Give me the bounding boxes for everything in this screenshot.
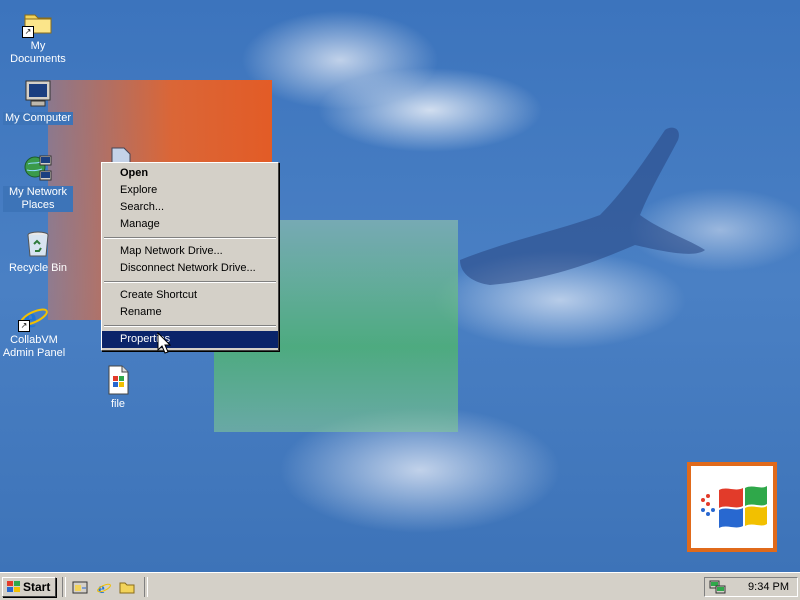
context-menu: Open Explore Search... Manage Map Networ… [101, 162, 279, 351]
desktop[interactable]: ↗ My Documents My Computer My Network Pl… [0, 0, 800, 572]
computer-icon [22, 78, 54, 110]
menu-separator [104, 325, 276, 327]
my-computer-icon-item[interactable]: My Computer [0, 78, 76, 125]
desktop-icon-label: My Documents [10, 40, 66, 65]
network-globe-icon [22, 152, 54, 184]
internet-explorer-icon: e ↗ [18, 300, 50, 334]
my-network-places-icon-item[interactable]: My Network Places [0, 152, 76, 212]
taskbar: Start e 9:34 PM [0, 572, 800, 600]
toolbar-grip[interactable] [144, 577, 148, 597]
menu-item-disconnect-network-drive[interactable]: Disconnect Network Drive... [102, 260, 278, 277]
desktop-icon-label: Recycle Bin [8, 262, 68, 274]
wallpaper-swimmer-silhouette [460, 127, 705, 285]
system-tray: 9:34 PM [704, 577, 798, 597]
mouse-cursor-icon [157, 332, 171, 354]
desktop-icon-label: CollabVM Admin Panel [2, 334, 66, 359]
menu-item-create-shortcut[interactable]: Create Shortcut [102, 287, 278, 304]
recycle-bin-icon [22, 228, 54, 260]
menu-item-rename[interactable]: Rename [102, 304, 278, 321]
file-icon-item[interactable]: file [80, 364, 156, 411]
menu-item-map-network-drive[interactable]: Map Network Drive... [102, 243, 278, 260]
internet-explorer-icon[interactable]: e [96, 579, 112, 595]
windows-flag-icon [7, 581, 20, 592]
menu-separator [104, 281, 276, 283]
collabvm-admin-panel-icon-item[interactable]: e ↗ CollabVM Admin Panel [0, 300, 72, 360]
start-button[interactable]: Start [2, 577, 56, 597]
shortcut-arrow-icon: ↗ [22, 26, 34, 38]
shortcut-arrow-icon: ↗ [18, 320, 30, 332]
menu-item-explore[interactable]: Explore [102, 182, 278, 199]
menu-item-search[interactable]: Search... [102, 199, 278, 216]
show-desktop-icon[interactable] [72, 579, 88, 595]
clock[interactable]: 9:34 PM [748, 581, 789, 593]
desktop-icon-label: My Computer [2, 112, 74, 125]
toolbar-grip[interactable] [62, 577, 66, 597]
windows-logo [687, 462, 777, 552]
recycle-bin-icon-item[interactable]: Recycle Bin [0, 228, 76, 275]
menu-item-open[interactable]: Open [102, 165, 278, 182]
desktop-icon-label: My Network Places [3, 186, 73, 212]
start-label: Start [23, 580, 51, 594]
windows-file-icon [102, 364, 134, 396]
desktop-icon-label: file [110, 398, 126, 410]
menu-separator [104, 237, 276, 239]
my-documents-icon-item[interactable]: ↗ My Documents [0, 6, 76, 66]
menu-item-properties[interactable]: Properties [102, 331, 278, 348]
menu-item-manage[interactable]: Manage [102, 216, 278, 233]
folder-icon[interactable] [119, 579, 135, 595]
network-connection-icon[interactable] [709, 579, 727, 595]
folder-icon: ↗ [22, 6, 54, 38]
